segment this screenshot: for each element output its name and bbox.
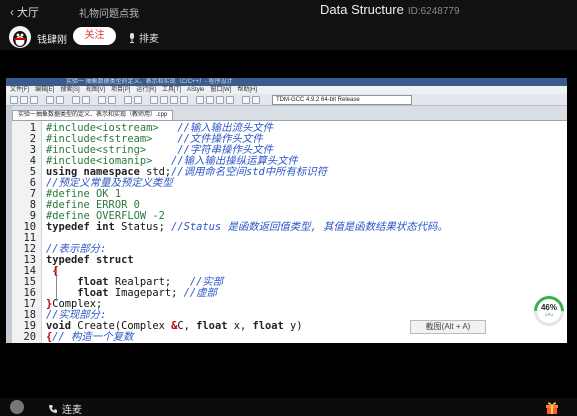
phone-icon <box>49 404 57 413</box>
file-tab[interactable]: 实验一抽象数据类型的定义、表示和实现（教师用）.cpp <box>12 110 174 120</box>
code-token: C, <box>177 320 197 332</box>
mic-toggle-button[interactable] <box>10 400 24 414</box>
screenshot-shortcut-tooltip: 截图(Alt + A) <box>410 320 486 334</box>
goto-icon[interactable] <box>134 96 142 104</box>
indent-icon[interactable] <box>98 96 106 104</box>
code-token: x, <box>227 320 253 332</box>
code-line: 13 typedef struct <box>12 255 567 266</box>
ide-menu-item[interactable]: 窗口[W] <box>210 87 231 93</box>
line-number: 20 <box>23 331 36 343</box>
mic-queue-label: 排麦 <box>139 34 159 45</box>
room-title: Data Structure ID:6248779 <box>320 2 460 17</box>
compile-icon[interactable] <box>150 96 158 104</box>
code-token: Status; <box>114 221 172 233</box>
top-header: ‹ 大厅 礼物问题点我 Data Structure ID:6248779 <box>0 0 577 22</box>
check-icon[interactable] <box>216 96 224 104</box>
close-icon[interactable] <box>226 96 234 104</box>
code-token: y) <box>283 320 303 332</box>
ide-menubar: 文件[F] 编辑[E] 搜索[S] 视图[V] 项目[P] 运行[R] 工具[T] AStyl… <box>6 86 567 94</box>
code-token: //调用命名空间std中所有标识符 <box>171 166 328 178</box>
back-chevron-icon: ‹ <box>10 5 14 19</box>
compiler-select[interactable]: TDM-GCC 4.9.2 64-bit Release <box>272 95 412 105</box>
cpu-usage-label: CPU <box>544 312 554 317</box>
microphone-icon <box>130 32 134 43</box>
save-icon[interactable] <box>30 96 38 104</box>
code-token: float <box>252 320 284 332</box>
streamer-bar: 钱肆刚 关注 排麦 <box>0 22 577 50</box>
new-project-icon[interactable] <box>242 96 250 104</box>
ide-toolbar: TDM-GCC 4.9.2 64-bit Release <box>6 94 567 106</box>
ide-menu-item[interactable]: 编辑[E] <box>35 87 54 93</box>
back-label: 大厅 <box>17 7 39 19</box>
new-file-icon[interactable] <box>10 96 18 104</box>
ide-menu-item[interactable]: 运行[R] <box>136 87 156 93</box>
chart-icon[interactable] <box>206 96 214 104</box>
ide-menu-item[interactable]: AStyle <box>187 87 204 93</box>
ide-menu-item[interactable]: 文件[F] <box>10 87 29 93</box>
back-to-hall-button[interactable]: ‹ 大厅 <box>10 4 39 20</box>
gift-help-link[interactable]: 礼物问题点我 <box>79 5 139 20</box>
rebuild-icon[interactable] <box>180 96 188 104</box>
code-text: typedef struct <box>46 255 134 266</box>
ide-menu-item[interactable]: 搜索[S] <box>60 87 79 93</box>
class-icon[interactable] <box>252 96 260 104</box>
ide-menu-item[interactable]: 工具[T] <box>162 87 181 93</box>
unindent-icon[interactable] <box>108 96 116 104</box>
fold-guide <box>56 267 57 301</box>
follow-button[interactable]: 关注 <box>73 27 116 45</box>
ide-menu-item[interactable]: 项目[P] <box>111 87 130 93</box>
debug-icon[interactable] <box>196 96 204 104</box>
replace-icon[interactable] <box>82 96 90 104</box>
ide-menu-item[interactable]: 帮助[H] <box>237 87 257 93</box>
code-token: //虚部 <box>183 287 217 299</box>
open-file-icon[interactable] <box>20 96 28 104</box>
connect-mic-label: 连麦 <box>62 405 82 416</box>
streamer-name: 钱肆刚 <box>37 35 67 46</box>
code-token: // 构造一个复数 <box>52 331 134 343</box>
code-token: typedef struct <box>46 254 134 266</box>
gift-button[interactable] <box>545 400 559 414</box>
connect-mic-button[interactable]: 连麦 <box>48 401 82 416</box>
code-editor[interactable]: 1 #include<iostream> //输入输出流头文件 2 #include<… <box>12 120 567 343</box>
gift-box-icon <box>546 402 558 414</box>
code-token: float <box>196 320 228 332</box>
code-text: typedef int Status; //Status 是函数返回值类型, 其… <box>46 222 448 233</box>
undo-icon[interactable] <box>46 96 54 104</box>
room-name: Data Structure <box>320 2 404 17</box>
bookmark-icon[interactable] <box>124 96 132 104</box>
penguin-avatar-icon <box>13 31 27 47</box>
compile-run-icon[interactable] <box>170 96 178 104</box>
ide-window-title: 实验一 抽象数据类型的定义、表示和实现（C/C++）- 程序设计 <box>6 78 567 86</box>
streamer-avatar[interactable] <box>9 26 31 48</box>
code-text: {// 构造一个复数 <box>46 332 133 343</box>
redo-icon[interactable] <box>56 96 64 104</box>
code-token: Imagepart; <box>108 287 184 299</box>
code-line: 10 typedef int Status; //Status 是函数返回值类型,… <box>12 222 567 233</box>
run-icon[interactable] <box>160 96 168 104</box>
code-token: //Status 是函数返回值类型, 其值是函数结果状态代码。 <box>171 221 448 233</box>
shared-screen-ide: 实验一 抽象数据类型的定义、表示和实现（C/C++）- 程序设计 文件[F] 编辑… <box>6 78 567 343</box>
room-id: ID:6248779 <box>407 6 460 17</box>
mic-queue-button[interactable]: 排麦 <box>128 30 159 45</box>
find-icon[interactable] <box>72 96 80 104</box>
code-token: typedef int <box>46 221 115 233</box>
bottom-bar: 连麦 <box>0 398 577 416</box>
ide-menu-item[interactable]: 视图[V] <box>86 87 105 93</box>
cpu-usage-value: 46% <box>540 303 557 312</box>
